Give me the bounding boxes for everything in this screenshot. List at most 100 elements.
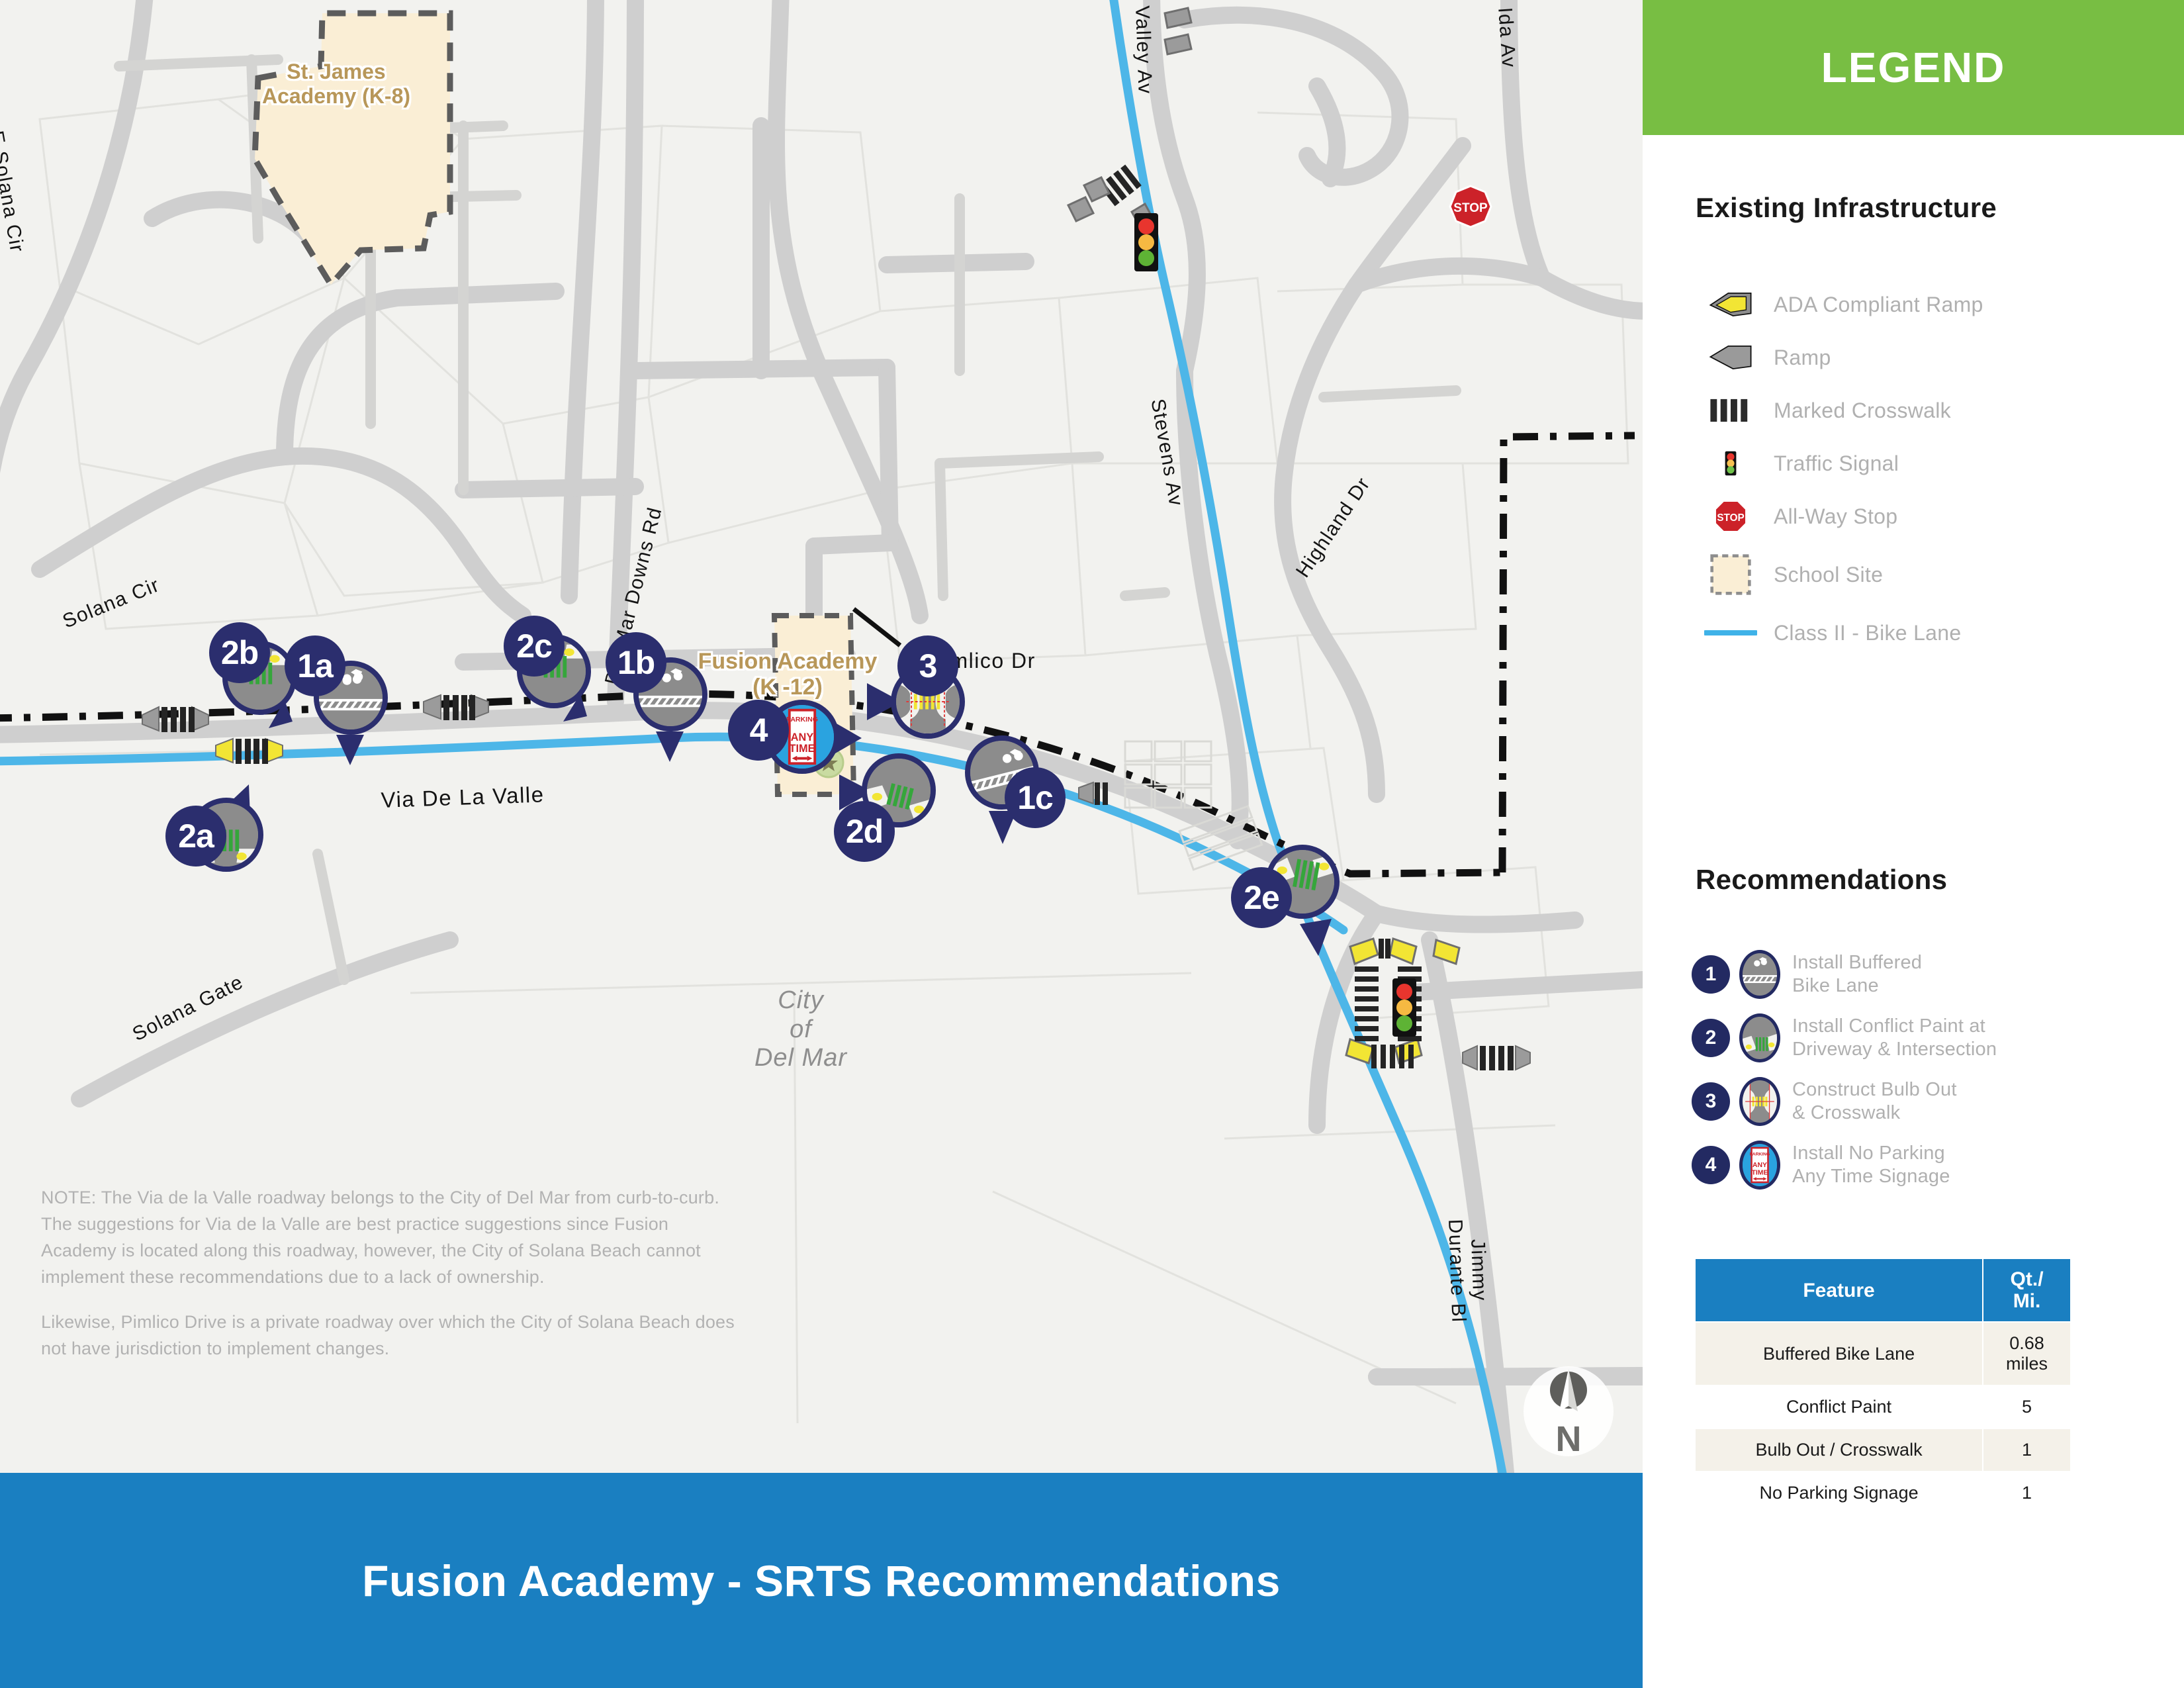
recommendation-number: 4 bbox=[1705, 1154, 1717, 1176]
buffered-bike-lane-icon bbox=[1739, 950, 1780, 999]
map-marker-badge-2a: 2a bbox=[165, 806, 226, 867]
map-marker-badge-2d: 2d bbox=[834, 801, 895, 862]
map-crosswalk-1 bbox=[142, 706, 209, 732]
marker-label: 1c bbox=[1017, 779, 1054, 816]
table-cell-quantity: 0.68 miles bbox=[1983, 1323, 2070, 1385]
marker-label: 1b bbox=[617, 644, 655, 681]
school-site-icon bbox=[1694, 553, 1767, 596]
map-marker-badge-1c: 1c bbox=[1005, 767, 1066, 828]
map-crosswalk-2 bbox=[423, 694, 489, 720]
svg-text:TIME: TIME bbox=[790, 743, 815, 755]
recommendation-number-badge: 2 bbox=[1692, 1019, 1730, 1057]
recommendation-number: 2 bbox=[1705, 1027, 1717, 1049]
svg-text:ANY: ANY bbox=[791, 731, 814, 743]
table-cell-quantity: 5 bbox=[1983, 1386, 2070, 1429]
table-row: No Parking Signage 1 bbox=[1696, 1472, 2070, 1515]
legend-item-traffic-signal: Traffic Signal bbox=[1694, 437, 2158, 490]
legend-header-title: LEGEND bbox=[1821, 44, 2006, 91]
table-cell-feature: Bulb Out / Crosswalk bbox=[1696, 1429, 1983, 1472]
legend-header: LEGEND bbox=[1643, 0, 2184, 135]
footer-title-bar: Fusion Academy - SRTS Recommendations bbox=[0, 1473, 1643, 1688]
marker-label: 2e bbox=[1244, 879, 1280, 916]
recommendation-number-badge: 4 bbox=[1692, 1146, 1730, 1184]
svg-text:PARKING: PARKING bbox=[786, 716, 818, 724]
map-marker-badge-1b: 1b bbox=[606, 632, 666, 693]
map-marker-1b[interactable]: 1b bbox=[606, 632, 738, 778]
recommendation-item-1: 1 Install Buffered Bike Lane bbox=[1692, 947, 2181, 1002]
legend-item-ramp: Ramp bbox=[1694, 331, 2158, 384]
legend-item-label: ADA Compliant Ramp bbox=[1774, 292, 1983, 316]
map-marker-2e[interactable]: 2e bbox=[1231, 827, 1383, 973]
ada-ramp-icon bbox=[1694, 289, 1767, 320]
recommendation-item-4: 4 PARKING ANY TIME Install No Parking An… bbox=[1692, 1137, 2181, 1193]
legend-item-all-way-stop: STOP All-Way Stop bbox=[1694, 490, 2158, 543]
compass-label: N bbox=[1556, 1419, 1582, 1459]
legend-item-label: Marked Crosswalk bbox=[1774, 398, 1951, 422]
marker-label: 4 bbox=[749, 712, 768, 749]
marker-label: 2a bbox=[178, 818, 214, 855]
map-note: NOTE: The Via de la Valle roadway belong… bbox=[41, 1185, 743, 1362]
recommendation-item-3: 3 Construct Bulb Out & Crosswalk bbox=[1692, 1074, 2181, 1129]
map-note-paragraph-2: Likewise, Pimlico Drive is a private roa… bbox=[41, 1311, 735, 1358]
map-marker-badge-1a: 1a bbox=[285, 635, 345, 696]
legend-item-label: Traffic Signal bbox=[1774, 451, 1899, 475]
recommendation-number: 3 bbox=[1705, 1090, 1717, 1112]
table-cell-feature: No Parking Signage bbox=[1696, 1472, 1983, 1515]
recommendation-item-2: 2 Install Conflict Paint at Driveway & I… bbox=[1692, 1010, 2181, 1066]
svg-text:STOP: STOP bbox=[1717, 512, 1744, 524]
table-header-feature: Feature bbox=[1696, 1259, 1983, 1321]
all-way-stop-icon: STOP bbox=[1694, 498, 1767, 534]
map-marker-badge-2b: 2b bbox=[209, 622, 270, 683]
recommendation-number: 1 bbox=[1705, 963, 1717, 985]
table-cell-feature: Buffered Bike Lane bbox=[1696, 1323, 1983, 1385]
map-marker-badge-2c: 2c bbox=[504, 616, 565, 677]
table-cell-feature: Conflict Paint bbox=[1696, 1386, 1983, 1429]
recommendation-label: Install No Parking Any Time Signage bbox=[1792, 1142, 1950, 1187]
marker-label: 2b bbox=[220, 634, 259, 671]
legend-item-label: All-Way Stop bbox=[1774, 504, 1898, 528]
map-note-paragraph-1: NOTE: The Via de la Valle roadway belong… bbox=[41, 1188, 720, 1287]
conflict-paint-icon bbox=[1739, 1013, 1780, 1062]
north-arrow: N bbox=[1522, 1350, 1615, 1466]
map-marker-1c[interactable]: 1c bbox=[927, 718, 1066, 864]
marker-label: 3 bbox=[919, 647, 938, 684]
recommendation-number-badge: 3 bbox=[1692, 1082, 1730, 1121]
recommendation-label: Install Conflict Paint at Driveway & Int… bbox=[1792, 1015, 1997, 1060]
bike-lane-line-icon bbox=[1694, 627, 1767, 639]
svg-text:PARKING: PARKING bbox=[1750, 1152, 1770, 1156]
legend-item-label: Class II - Bike Lane bbox=[1774, 620, 1962, 645]
existing-infrastructure-list: ADA Compliant Ramp Ramp Marked Crosswalk… bbox=[1694, 278, 2158, 659]
recommendations-list: 1 Install Buffered Bike Lane 2 Install C… bbox=[1692, 947, 2181, 1201]
map-marker-2a[interactable]: 2a bbox=[165, 778, 298, 910]
map-marker-badge-4: 4 bbox=[728, 700, 789, 761]
legend-item-school-site: School Site bbox=[1694, 543, 2158, 606]
table-cell-quantity: 1 bbox=[1983, 1429, 2070, 1472]
map-panel[interactable]: .rd { fill:none; stroke:#cfcfcf; stroke-… bbox=[0, 0, 1643, 1473]
ramp-icon bbox=[1694, 342, 1767, 373]
recommendation-label: Construct Bulb Out & Crosswalk bbox=[1792, 1078, 1957, 1123]
svg-text:TIME: TIME bbox=[1752, 1170, 1768, 1177]
legend-item-marked-crosswalk: Marked Crosswalk bbox=[1694, 384, 2158, 437]
recommendation-number-badge: 1 bbox=[1692, 955, 1730, 994]
table-header-quantity: Qt./ Mi. bbox=[1983, 1259, 2070, 1321]
recommendations-title: Recommendations bbox=[1696, 864, 1948, 895]
marker-label: 2c bbox=[516, 628, 553, 665]
map-marker-1a[interactable]: 1a bbox=[285, 635, 417, 781]
legend-item-label: Ramp bbox=[1774, 345, 1831, 369]
existing-infrastructure-title: Existing Infrastructure bbox=[1696, 192, 1997, 223]
legend-item-ada-compliant-ramp: ADA Compliant Ramp bbox=[1694, 278, 2158, 331]
traffic-signal-icon bbox=[1694, 445, 1767, 482]
marker-label: 2d bbox=[845, 813, 884, 850]
svg-text:STOP: STOP bbox=[1453, 201, 1488, 215]
map-stop-sign: STOP bbox=[1449, 185, 1492, 228]
bulb-out-crosswalk-icon bbox=[1739, 1077, 1780, 1126]
page-title: Fusion Academy - SRTS Recommendations bbox=[362, 1556, 1281, 1605]
marker-label: 1a bbox=[297, 647, 334, 684]
map-marker-badge-2e: 2e bbox=[1231, 867, 1292, 928]
table-cell-quantity: 1 bbox=[1983, 1472, 2070, 1515]
legend-item-class-ii-bike-lane: Class II - Bike Lane bbox=[1694, 606, 2158, 659]
table-header-row: Feature Qt./ Mi. bbox=[1696, 1259, 2070, 1321]
table-row: Bulb Out / Crosswalk 1 bbox=[1696, 1429, 2070, 1472]
table-row: Conflict Paint 5 bbox=[1696, 1386, 2070, 1429]
legend-item-label: School Site bbox=[1774, 562, 1884, 586]
